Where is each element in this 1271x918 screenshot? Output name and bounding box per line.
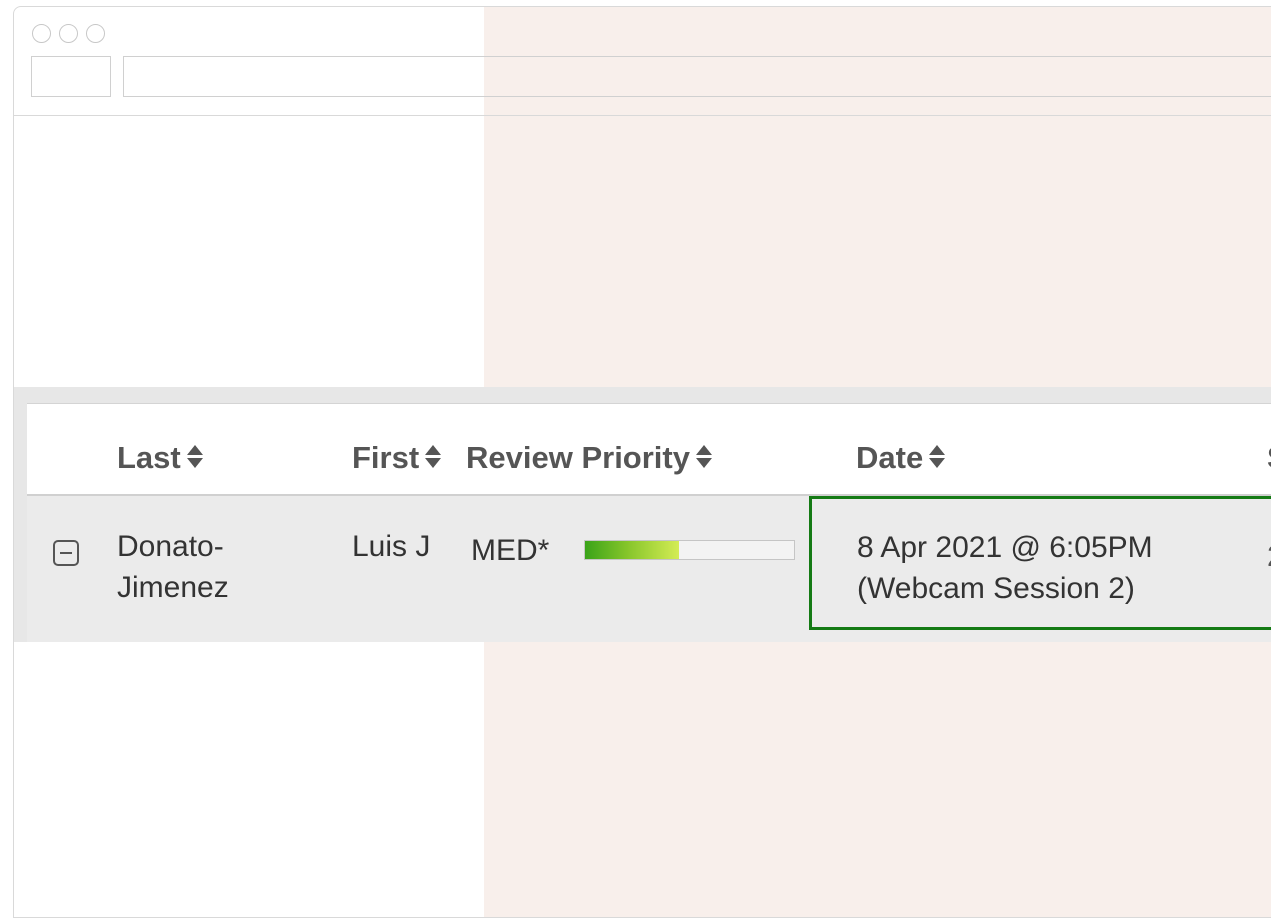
sort-icon[interactable] bbox=[186, 444, 203, 470]
browser-chrome bbox=[14, 7, 1271, 116]
priority-progress-bar bbox=[584, 540, 795, 560]
zoom-window-button[interactable] bbox=[86, 24, 105, 43]
sort-icon[interactable] bbox=[425, 444, 442, 470]
cell-priority-label: MED* bbox=[471, 534, 550, 567]
header-review-priority-label: Review Priority bbox=[466, 440, 690, 475]
date-cell-highlight bbox=[809, 496, 1271, 630]
header-first[interactable]: First bbox=[352, 440, 442, 476]
header-last-label: Last bbox=[117, 440, 181, 475]
last-name-line2: Jimenez bbox=[117, 571, 229, 604]
last-name-line1: Donato- bbox=[117, 530, 224, 563]
minimize-window-button[interactable] bbox=[59, 24, 78, 43]
priority-progress-fill bbox=[585, 541, 680, 559]
header-date-label: Date bbox=[856, 440, 924, 475]
header-last[interactable]: Last bbox=[117, 440, 203, 476]
sort-icon[interactable] bbox=[929, 444, 946, 470]
nav-buttons[interactable] bbox=[31, 56, 111, 97]
table-header: Last First Review Priority Date S bbox=[27, 404, 1271, 496]
cell-first: Luis J bbox=[352, 530, 431, 563]
table-row[interactable]: Donato- Jimenez Luis J MED* 8 Apr 2021 @… bbox=[27, 496, 1271, 642]
header-date[interactable]: Date bbox=[856, 440, 946, 476]
header-review-priority[interactable]: Review Priority bbox=[466, 440, 712, 476]
header-next-column[interactable]: S bbox=[1267, 440, 1271, 476]
close-window-button[interactable] bbox=[32, 24, 51, 43]
browser-window: Last First Review Priority Date S Do bbox=[13, 6, 1271, 918]
collapse-row-icon[interactable] bbox=[53, 540, 79, 566]
sort-icon[interactable] bbox=[695, 444, 712, 470]
header-next-column-label: S bbox=[1267, 440, 1271, 475]
table-section: Last First Review Priority Date S Do bbox=[14, 387, 1271, 642]
sessions-table: Last First Review Priority Date S Do bbox=[27, 403, 1271, 642]
address-bar[interactable] bbox=[123, 56, 1271, 97]
cell-last: Donato- Jimenez bbox=[117, 526, 229, 608]
header-first-label: First bbox=[352, 440, 420, 475]
